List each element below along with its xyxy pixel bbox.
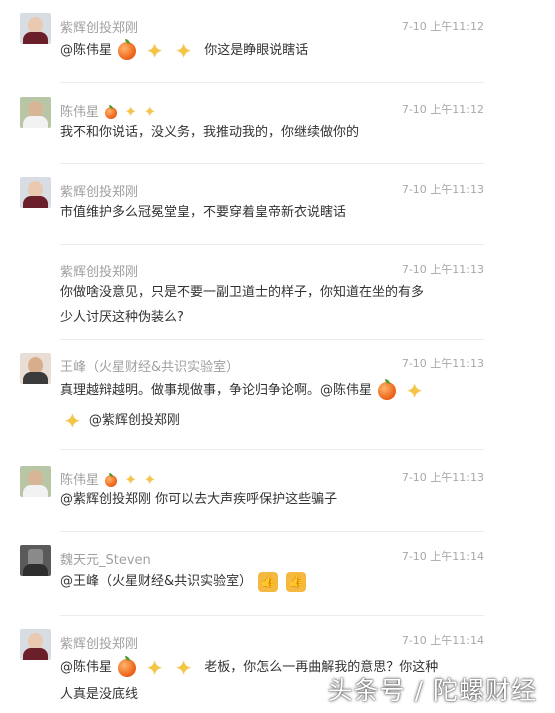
comment-time: 7-10 上午11:12	[401, 20, 484, 33]
comment-author[interactable]: 紫辉创投郑刚	[60, 261, 138, 280]
comment-text: @王峰（火星财经&共识实验室） 👍 👍	[60, 569, 480, 594]
avatar[interactable]	[20, 353, 51, 384]
comment-author[interactable]: 紫辉创投郑刚	[60, 17, 138, 36]
thumbs-up-icon: 👍	[286, 571, 307, 592]
divider	[60, 163, 484, 164]
peach-icon	[118, 38, 137, 60]
divider	[60, 615, 484, 616]
comment-time: 7-10 上午11:13	[401, 357, 484, 370]
mention-link[interactable]: @陈伟星	[60, 660, 112, 675]
peach-icon	[105, 104, 118, 119]
sparkle-star-icon: ✦	[406, 378, 424, 403]
sparkle-star-icon: ✦	[64, 408, 81, 433]
sparkle-star-icon: ✦	[146, 655, 164, 680]
comment-author[interactable]: 魏天元_Steven	[60, 549, 151, 568]
sparkle-star-icon: ✦	[175, 38, 192, 63]
peach-icon	[378, 378, 397, 400]
watermark: 头条号 / 陀螺财经	[327, 676, 537, 705]
divider	[60, 531, 484, 532]
comment-author[interactable]: 紫辉创投郑刚	[60, 633, 138, 652]
comment-time: 7-10 上午11:14	[401, 634, 484, 647]
comment-text: @紫辉创投郑刚 你可以去大声疾呼保护这些骗子	[60, 492, 338, 507]
peach-icon	[105, 472, 118, 487]
avatar[interactable]	[20, 13, 51, 44]
comment-time: 7-10 上午11:13	[401, 183, 484, 196]
comment-author[interactable]: 王峰（火星财经&共识实验室）	[60, 356, 239, 375]
comment-text: 真理越辩越明。做事规做事，争论归争论啊。@陈伟星 ✦ ✦ @紫辉创投郑刚	[60, 378, 424, 433]
comment-text: @陈伟星 ✦ ✦ 你这是睁眼说瞎话	[60, 38, 309, 63]
comment-text: 我不和你说话，没义务，我推动我的，你继续做你的	[60, 125, 360, 140]
sparkle-star-icon: ✦	[175, 655, 192, 680]
avatar[interactable]	[20, 466, 51, 497]
avatar[interactable]	[20, 177, 51, 208]
mention-link[interactable]: @紫辉创投郑刚	[89, 413, 180, 428]
peach-icon	[118, 655, 137, 677]
avatar[interactable]	[20, 629, 51, 660]
avatar[interactable]	[20, 97, 51, 128]
comment-text: 你做啥没意见，只是不要一副卫道士的样子，你知道在坐的有多 少人讨厌这种伪装么?	[60, 285, 425, 325]
comment-time: 7-10 上午11:12	[401, 103, 484, 116]
mention-link[interactable]: @王峰（火星财经&共识实验室）	[60, 574, 252, 589]
divider	[60, 339, 484, 340]
thumbs-up-icon: 👍	[258, 571, 279, 592]
sparkle-star-icon: ✦	[146, 38, 164, 63]
comment-author[interactable]: 紫辉创投郑刚	[60, 181, 138, 200]
comment-text: 市值维护多么冠冕堂皇，不要穿着皇帝新衣说瞎话	[60, 205, 347, 220]
divider	[60, 82, 484, 83]
divider	[60, 449, 484, 450]
divider	[60, 244, 484, 245]
comment-time: 7-10 上午11:13	[401, 263, 484, 276]
mention-link[interactable]: @陈伟星	[60, 43, 112, 58]
comment-time: 7-10 上午11:14	[401, 550, 484, 563]
comment-time: 7-10 上午11:13	[401, 471, 484, 484]
avatar[interactable]	[20, 545, 51, 576]
